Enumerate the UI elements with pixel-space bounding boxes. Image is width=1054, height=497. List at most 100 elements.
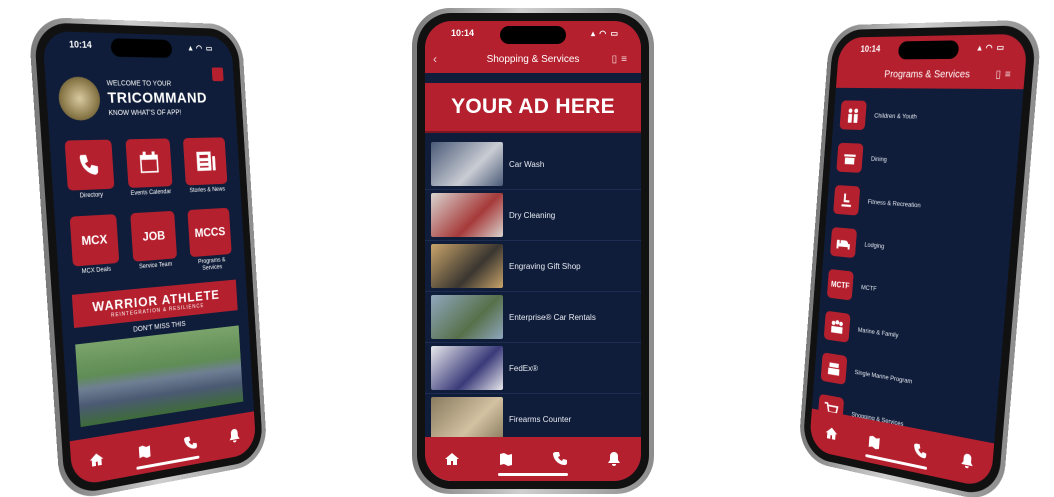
list-item-label: Fitness & Recreation — [867, 198, 921, 209]
middle-phone: 10:14 ▴ ◠ ▭ ‹ Shopping & Services ▯≡ YOU… — [412, 8, 654, 494]
services-list: Car Wash Dry Cleaning Engraving Gift Shop E… — [425, 139, 641, 481]
home-icon[interactable] — [439, 446, 465, 472]
list-item-label: FedEx® — [509, 363, 539, 373]
bell-icon[interactable] — [954, 445, 981, 476]
status-icons: ▴ ◠ ▭ — [977, 42, 1006, 52]
middle-phone-bezel: 10:14 ▴ ◠ ▭ ‹ Shopping & Services ▯≡ YOU… — [417, 13, 649, 489]
tile-logo: MCCS — [187, 207, 232, 258]
right-phone-screen: 10:14 ▴ ◠ ▭ Programs & Services ▯≡ Child… — [808, 33, 1029, 489]
home-tile[interactable]: MCX MCX Deals — [67, 214, 123, 287]
home-tile[interactable]: JOB Service Team — [128, 210, 181, 281]
tile-logo: JOB — [130, 210, 178, 262]
brand-title: TRICOMMAND — [107, 89, 208, 108]
tile-label: Events Calendar — [130, 189, 172, 198]
left-phone: 10:14 ▴ ◠ ▭ WELCOME TO YOUR TRICOMMAND K… — [27, 16, 268, 497]
list-item-label: Dining — [870, 155, 888, 163]
smp-icon — [820, 352, 848, 385]
home-tile[interactable]: Stories & News — [181, 137, 231, 204]
featured-photo[interactable] — [75, 325, 244, 428]
back-icon[interactable]: ‹ — [433, 52, 437, 66]
tile-logo: MCX — [69, 214, 119, 267]
nav-tools-icons[interactable]: ▯≡ — [612, 54, 631, 65]
status-time: 10:14 — [860, 43, 881, 54]
news-icon — [183, 137, 228, 186]
brand-welcome: WELCOME TO YOUR — [106, 80, 172, 88]
home-tile-grid: Directory Events Calendar Stories & News MC… — [50, 137, 246, 288]
item-logo: MCTF — [826, 268, 854, 301]
list-item-label: Car Wash — [509, 159, 545, 169]
list-item-label: Engraving Gift Shop — [509, 261, 581, 271]
list-thumbnail — [431, 295, 503, 339]
nav-bar: Programs & Services ▯≡ — [835, 59, 1026, 90]
list-item-label: Firearms Counter — [509, 414, 572, 424]
list-thumbnail — [431, 397, 503, 441]
phone-book-icon — [64, 139, 115, 191]
list-item-label: Lodging — [864, 241, 885, 250]
fitness-icon — [833, 184, 861, 216]
home-tile[interactable]: Directory — [62, 139, 118, 211]
list-item-label: Children & Youth — [874, 112, 918, 121]
group-icon — [823, 310, 851, 343]
dynamic-island — [897, 40, 960, 60]
list-item-label: MCTF — [860, 283, 877, 293]
map-icon[interactable] — [862, 427, 886, 457]
tile-label: Directory — [79, 192, 104, 200]
ad-banner[interactable]: YOUR AD HERE — [425, 83, 641, 133]
status-icons: ▴ ◠ ▭ — [188, 42, 214, 53]
right-phone: 10:14 ▴ ◠ ▭ Programs & Services ▯≡ Child… — [797, 19, 1043, 497]
phone-icon[interactable] — [178, 429, 202, 458]
list-item[interactable]: FedEx® — [425, 343, 641, 394]
nav-title: Shopping & Services — [486, 53, 580, 65]
brand-tagline: KNOW WHAT'S OF APP! — [108, 109, 182, 117]
nav-title: Programs & Services — [883, 68, 971, 81]
bed-icon — [829, 227, 858, 259]
status-icons: ▴ ◠ ▭ — [591, 28, 619, 38]
list-item[interactable]: Car Wash — [425, 139, 641, 190]
tile-label: Programs & Services — [197, 257, 226, 273]
tile-label: Stories & News — [189, 186, 226, 195]
list-item-label: Marine & Family — [857, 326, 899, 339]
dining-icon — [836, 142, 864, 173]
programs-list: Children & Youth Dining Fitness & Recreati… — [811, 94, 1023, 464]
status-time: 10:14 — [68, 39, 93, 51]
left-phone-bezel: 10:14 ▴ ◠ ▭ WELCOME TO YOUR TRICOMMAND K… — [33, 22, 264, 497]
map-icon[interactable] — [131, 436, 157, 466]
home-indicator — [498, 473, 568, 476]
map-icon[interactable] — [493, 446, 519, 472]
left-phone-screen: 10:14 ▴ ◠ ▭ WELCOME TO YOUR TRICOMMAND K… — [42, 30, 257, 487]
list-thumbnail — [431, 346, 503, 390]
nav-bar: ‹ Shopping & Services ▯≡ — [425, 45, 641, 73]
nav-tools-icons[interactable]: ▯≡ — [995, 68, 1015, 80]
list-item[interactable]: Dry Cleaning — [425, 190, 641, 241]
dynamic-island — [110, 38, 173, 58]
home-icon[interactable] — [820, 419, 843, 448]
home-tile[interactable]: MCCS Programs & Services — [185, 207, 235, 276]
list-item-label: Enterprise® Car Rentals — [509, 312, 596, 322]
marketing-stage: 10:14 ▴ ◠ ▭ WELCOME TO YOUR TRICOMMAND K… — [0, 0, 1054, 497]
dynamic-island — [500, 26, 566, 44]
app-brand-header: WELCOME TO YOUR TRICOMMAND KNOW WHAT'S O… — [43, 56, 238, 141]
menu-button[interactable] — [211, 67, 224, 82]
tile-label: Service Team — [138, 261, 173, 271]
calendar-icon — [125, 138, 173, 188]
phone-icon[interactable] — [547, 446, 573, 472]
list-thumbnail — [431, 142, 503, 186]
tile-label: MCX Deals — [81, 266, 112, 276]
right-phone-bezel: 10:14 ▴ ◠ ▭ Programs & Services ▯≡ Child… — [801, 25, 1037, 497]
list-thumbnail — [431, 193, 503, 237]
status-time: 10:14 — [451, 28, 475, 38]
list-item-label: Single Marine Program — [854, 368, 913, 386]
home-tile[interactable]: Events Calendar — [123, 138, 176, 207]
command-seal-logo — [57, 76, 102, 121]
bell-icon[interactable] — [222, 422, 245, 451]
list-item-label: Dry Cleaning — [509, 210, 556, 220]
bell-icon[interactable] — [601, 446, 627, 472]
family-icon — [839, 100, 867, 131]
list-item[interactable]: Enterprise® Car Rentals — [425, 292, 641, 343]
phone-icon[interactable] — [907, 436, 933, 467]
brand-text: WELCOME TO YOUR TRICOMMAND KNOW WHAT'S O… — [106, 79, 208, 118]
home-icon[interactable] — [83, 444, 110, 475]
list-item[interactable]: Engraving Gift Shop — [425, 241, 641, 292]
list-thumbnail — [431, 244, 503, 288]
list-item[interactable]: Children & Youth — [832, 94, 1023, 143]
